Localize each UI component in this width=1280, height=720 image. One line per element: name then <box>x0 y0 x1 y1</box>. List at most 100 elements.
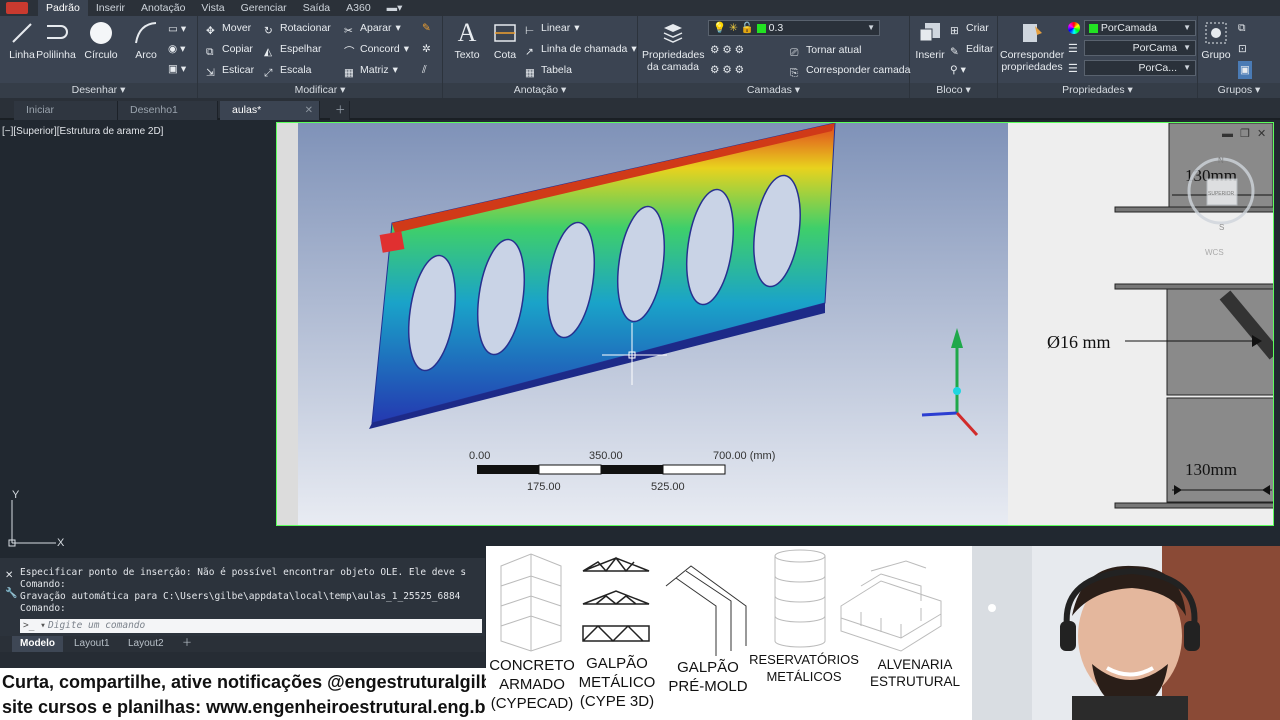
group-select-icon[interactable]: ▣ <box>1238 61 1252 79</box>
tab-saida[interactable]: Saída <box>295 0 338 16</box>
viewport-window-controls: ▬ ❐ ✕ <box>1222 128 1266 140</box>
close-icon[interactable]: ✕ <box>305 101 313 120</box>
escala-button[interactable]: ⤢ Escala <box>264 61 312 79</box>
pencil-icon[interactable]: ✎ <box>422 19 431 37</box>
arco-button[interactable]: Arco <box>124 20 168 61</box>
array-icon: ▦ <box>344 67 354 79</box>
region-icon[interactable]: ▣ ▾ <box>168 60 186 78</box>
catalog-item-galpao-metalico[interactable]: GALPÃO METÁLICO (CYPE 3D) <box>576 654 658 711</box>
tab-padrao[interactable]: Padrão <box>38 0 88 16</box>
command-window: ✕ 🔧 Especificar ponto de inserção: Não é… <box>0 558 485 636</box>
masonry-icon <box>840 560 942 652</box>
group-edit-icon[interactable]: ⊡ <box>1238 40 1247 58</box>
panel-title-propriedades[interactable]: Propriedades ▾ <box>998 83 1197 98</box>
panel-title-anotacao[interactable]: Anotação ▾ <box>443 83 637 98</box>
ribbon: Linha Polilinha Círculo Arco ▭ ▾ ◉ ▾ ▣ ▾… <box>0 16 1280 98</box>
rotacionar-button[interactable]: ↻ Rotacionar <box>264 19 331 37</box>
matriz-button[interactable]: ▦ Matriz ▾ <box>344 61 398 79</box>
app-menu-icon[interactable] <box>6 2 28 14</box>
circulo-label: Círculo <box>84 49 118 61</box>
catalog-item-galpao-premold[interactable]: GALPÃO PRÉ-MOLD <box>662 658 754 696</box>
trim-icon: ✂ <box>344 25 353 37</box>
command-input[interactable]: >_ ▾ Digite um comando <box>20 619 482 633</box>
circulo-button[interactable]: Círculo <box>79 20 123 61</box>
tab-extra-icon[interactable]: ▬▾ <box>379 0 411 16</box>
color-swatch <box>1089 23 1098 33</box>
tabela-button[interactable]: ▦ Tabela <box>525 61 572 79</box>
panel-modificar: ✥ Mover ↻ Rotacionar ✂ Aparar ▾ ⧉ Copiar ◭ Es… <box>198 16 443 98</box>
rectangle-icon[interactable]: ▭ ▾ <box>168 20 186 38</box>
tab-a360[interactable]: A360 <box>338 0 379 16</box>
ole-image-frame[interactable]: 0.00 350.00 700.00 (mm) 175.00 525.00 13… <box>276 122 1274 526</box>
polilinha-button[interactable]: Polilinha <box>34 20 78 61</box>
inserir-button[interactable]: Inserir <box>912 20 948 61</box>
truss-icon <box>582 556 650 643</box>
tab-modelo[interactable]: Modelo <box>12 636 63 652</box>
restore-icon: ❐ <box>1240 128 1250 140</box>
scale-label-700: 700.00 (mm) <box>713 450 775 462</box>
attribute-icon[interactable]: ⚲ ▾ <box>950 61 966 79</box>
chevron-down-icon: ▼ <box>1183 63 1191 72</box>
layer-tool-icon-2[interactable]: ⚙ ⚙ ⚙ <box>710 61 744 79</box>
file-tab-strip: Iniciar Desenho1 aulas* ✕ ＋ <box>0 98 1280 120</box>
corresponder-propriedades-button[interactable]: Corresponder propriedades <box>1000 20 1064 73</box>
explode-icon[interactable]: ✲ <box>422 40 431 58</box>
new-tab-button[interactable]: ＋ <box>330 101 350 120</box>
panel-title-bloco[interactable]: Bloco ▾ <box>910 83 997 98</box>
tab-anotacao[interactable]: Anotação <box>133 0 193 16</box>
grupo-button[interactable]: Grupo <box>1198 20 1234 61</box>
mover-button[interactable]: ✥ Mover <box>206 19 251 37</box>
panel-title-desenhar[interactable]: Desenhar ▾ <box>0 83 197 98</box>
panel-title-camadas[interactable]: Camadas ▾ <box>638 83 909 98</box>
command-history-line: Gravação automática para C:\Users\gilbe\… <box>20 591 461 602</box>
tab-iniciar[interactable]: Iniciar <box>14 101 118 120</box>
add-layout-button[interactable]: ＋ <box>174 636 200 652</box>
catalog-item-concreto[interactable]: CONCRETO ARMADO (CYPECAD) <box>486 656 578 713</box>
linha-chamada-button[interactable]: ↗ Linha de chamada ▾ <box>525 40 637 58</box>
command-history-line: Especificar ponto de inserção: Não é pos… <box>20 567 467 578</box>
espelhar-button[interactable]: ◭ Espelhar <box>264 40 321 58</box>
propriedades-camada-button[interactable]: Propriedades da camada <box>642 20 704 73</box>
polilinha-label: Polilinha <box>36 49 76 61</box>
tornar-atual-button[interactable]: ⎚ Tornar atual <box>790 41 861 59</box>
panel-title-grupos[interactable]: Grupos ▾ <box>1198 83 1280 98</box>
linear-dim-icon: ⊢ <box>525 25 535 37</box>
viewport-controls-label[interactable]: [−][Superior][Estrutura de arame 2D] <box>2 126 163 137</box>
layer-dropdown[interactable]: 💡 ✳ 🔓 0.3 ▼ <box>708 20 880 36</box>
cota-button[interactable]: Cota <box>483 20 527 61</box>
linetype-dropdown[interactable]: PorCama ▼ <box>1084 40 1196 56</box>
tab-layout1[interactable]: Layout1 <box>66 636 118 652</box>
hatch-icon[interactable]: ◉ ▾ <box>168 40 185 58</box>
corresponder-camada-button[interactable]: ⎘ Corresponder camada <box>790 61 910 79</box>
linear-button[interactable]: ⊢ Linear ▾ <box>525 19 579 37</box>
ungroup-icon[interactable]: ⧉ <box>1238 19 1246 37</box>
lineweight-dropdown[interactable]: PorCa... ▼ <box>1084 60 1196 76</box>
esticar-button[interactable]: ⇲ Esticar <box>206 61 254 79</box>
color-dropdown[interactable]: PorCamada ▼ <box>1084 20 1196 36</box>
panel-bloco: Inserir ⊞ Criar ✎ Editar ⚲ ▾ Bloco ▾ <box>910 16 998 98</box>
promo-line-1: Curta, compartilhe, ative notificações @… <box>2 672 526 692</box>
tab-vista[interactable]: Vista <box>193 0 232 16</box>
catalog-item-alvenaria[interactable]: ALVENARIA ESTRUTURAL <box>866 656 964 690</box>
command-close-icon[interactable]: ✕ <box>5 570 13 581</box>
command-settings-icon[interactable]: 🔧 <box>5 588 17 599</box>
catalog-item-reservatorios[interactable]: RESERVATÓRIOS METÁLICOS <box>748 651 860 685</box>
svg-text:WCS: WCS <box>1205 248 1224 257</box>
minimize-icon: ▬ <box>1222 128 1233 140</box>
chevron-down-icon: ▼ <box>867 23 875 32</box>
tab-inserir[interactable]: Inserir <box>88 0 133 16</box>
concord-button[interactable]: ⌒ Concord ▾ <box>344 40 409 58</box>
tab-aulas[interactable]: aulas* ✕ <box>220 101 320 120</box>
scale-label-0: 0.00 <box>469 450 490 462</box>
copiar-button[interactable]: ⧉ Copiar <box>206 40 253 58</box>
criar-button[interactable]: ⊞ Criar <box>950 19 989 37</box>
offset-icon[interactable]: ⫽ <box>422 61 427 79</box>
tab-layout2[interactable]: Layout2 <box>120 636 172 652</box>
layer-tool-icon-1[interactable]: ⚙ ⚙ ⚙ <box>710 41 744 59</box>
editar-button[interactable]: ✎ Editar <box>950 40 993 58</box>
tab-desenho1[interactable]: Desenho1 <box>118 101 218 120</box>
tab-gerenciar[interactable]: Gerenciar <box>233 0 295 16</box>
ucs-icon: Y X <box>8 489 65 548</box>
panel-title-modificar[interactable]: Modificar ▾ <box>198 83 442 98</box>
aparar-button[interactable]: ✂ Aparar ▾ <box>344 19 401 37</box>
